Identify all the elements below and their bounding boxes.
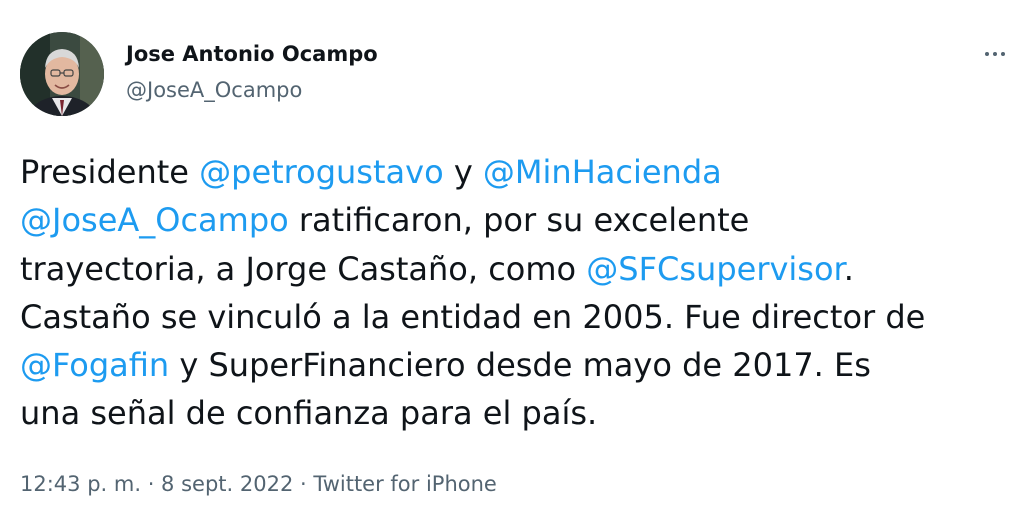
mention-link[interactable]: @SFCsupervisor	[586, 250, 843, 288]
tweet-text-segment: una señal de confianza para el país.	[20, 394, 598, 433]
dot	[1001, 52, 1005, 56]
tweet-meta: 12:43 p. m. · 8 sept. 2022 · Twitter for…	[20, 472, 497, 496]
tweet-text-segment: Presidente	[20, 153, 200, 191]
mention-link[interactable]: @MinHacienda	[483, 153, 722, 191]
tweet-text-line: trayectoria, a Jorge Castaño, como @SFCs…	[20, 245, 1015, 293]
tweet-text-line: @Fogafin y SuperFinanciero desde mayo de…	[20, 341, 1015, 389]
tweet-text-segment: trayectoria, a Jorge Castaño, como	[20, 249, 587, 288]
author-handle[interactable]: @JoseA_Ocampo	[126, 78, 302, 102]
tweet-source[interactable]: Twitter for iPhone	[313, 472, 497, 496]
tweet-text-segment: ratificaron, por su excelente	[288, 201, 750, 240]
mention-link[interactable]: @JoseA_Ocampo	[20, 201, 289, 239]
more-horizontal-icon[interactable]	[980, 42, 1010, 66]
tweet-card: Jose Antonio Ocampo @JoseA_Ocampo Presid…	[0, 0, 1029, 522]
avatar[interactable]	[20, 32, 104, 116]
tweet-text-segment: Castaño se vinculó a la entidad en 2005.…	[20, 297, 926, 336]
mention-link[interactable]: @petrogustavo	[199, 153, 444, 191]
tweet-text: Presidente @petrogustavo y @MinHacienda @…	[20, 148, 1015, 438]
tweet-text-line: Presidente @petrogustavo y @MinHacienda	[20, 148, 1015, 196]
meta-separator: ·	[141, 472, 162, 496]
dot	[985, 52, 989, 56]
tweet-text-line: Castaño se vinculó a la entidad en 2005.…	[20, 293, 1015, 341]
tweet-text-segment: y	[443, 153, 483, 191]
tweet-date[interactable]: 8 sept. 2022	[161, 472, 293, 496]
tweet-time[interactable]: 12:43 p. m.	[20, 472, 141, 496]
dot	[993, 52, 997, 56]
meta-separator: ·	[293, 472, 314, 496]
tweet-text-line: @JoseA_Ocampo ratificaron, por su excele…	[20, 196, 1015, 244]
profile-photo-icon	[20, 32, 104, 116]
tweet-text-segment: y SuperFinanciero desde mayo de 2017. Es	[169, 346, 871, 385]
tweet-text-segment: .	[843, 249, 854, 288]
mention-link[interactable]: @Fogafin	[20, 346, 169, 384]
author-display-name[interactable]: Jose Antonio Ocampo	[126, 42, 378, 66]
tweet-text-line: una señal de confianza para el país.	[20, 389, 1015, 437]
